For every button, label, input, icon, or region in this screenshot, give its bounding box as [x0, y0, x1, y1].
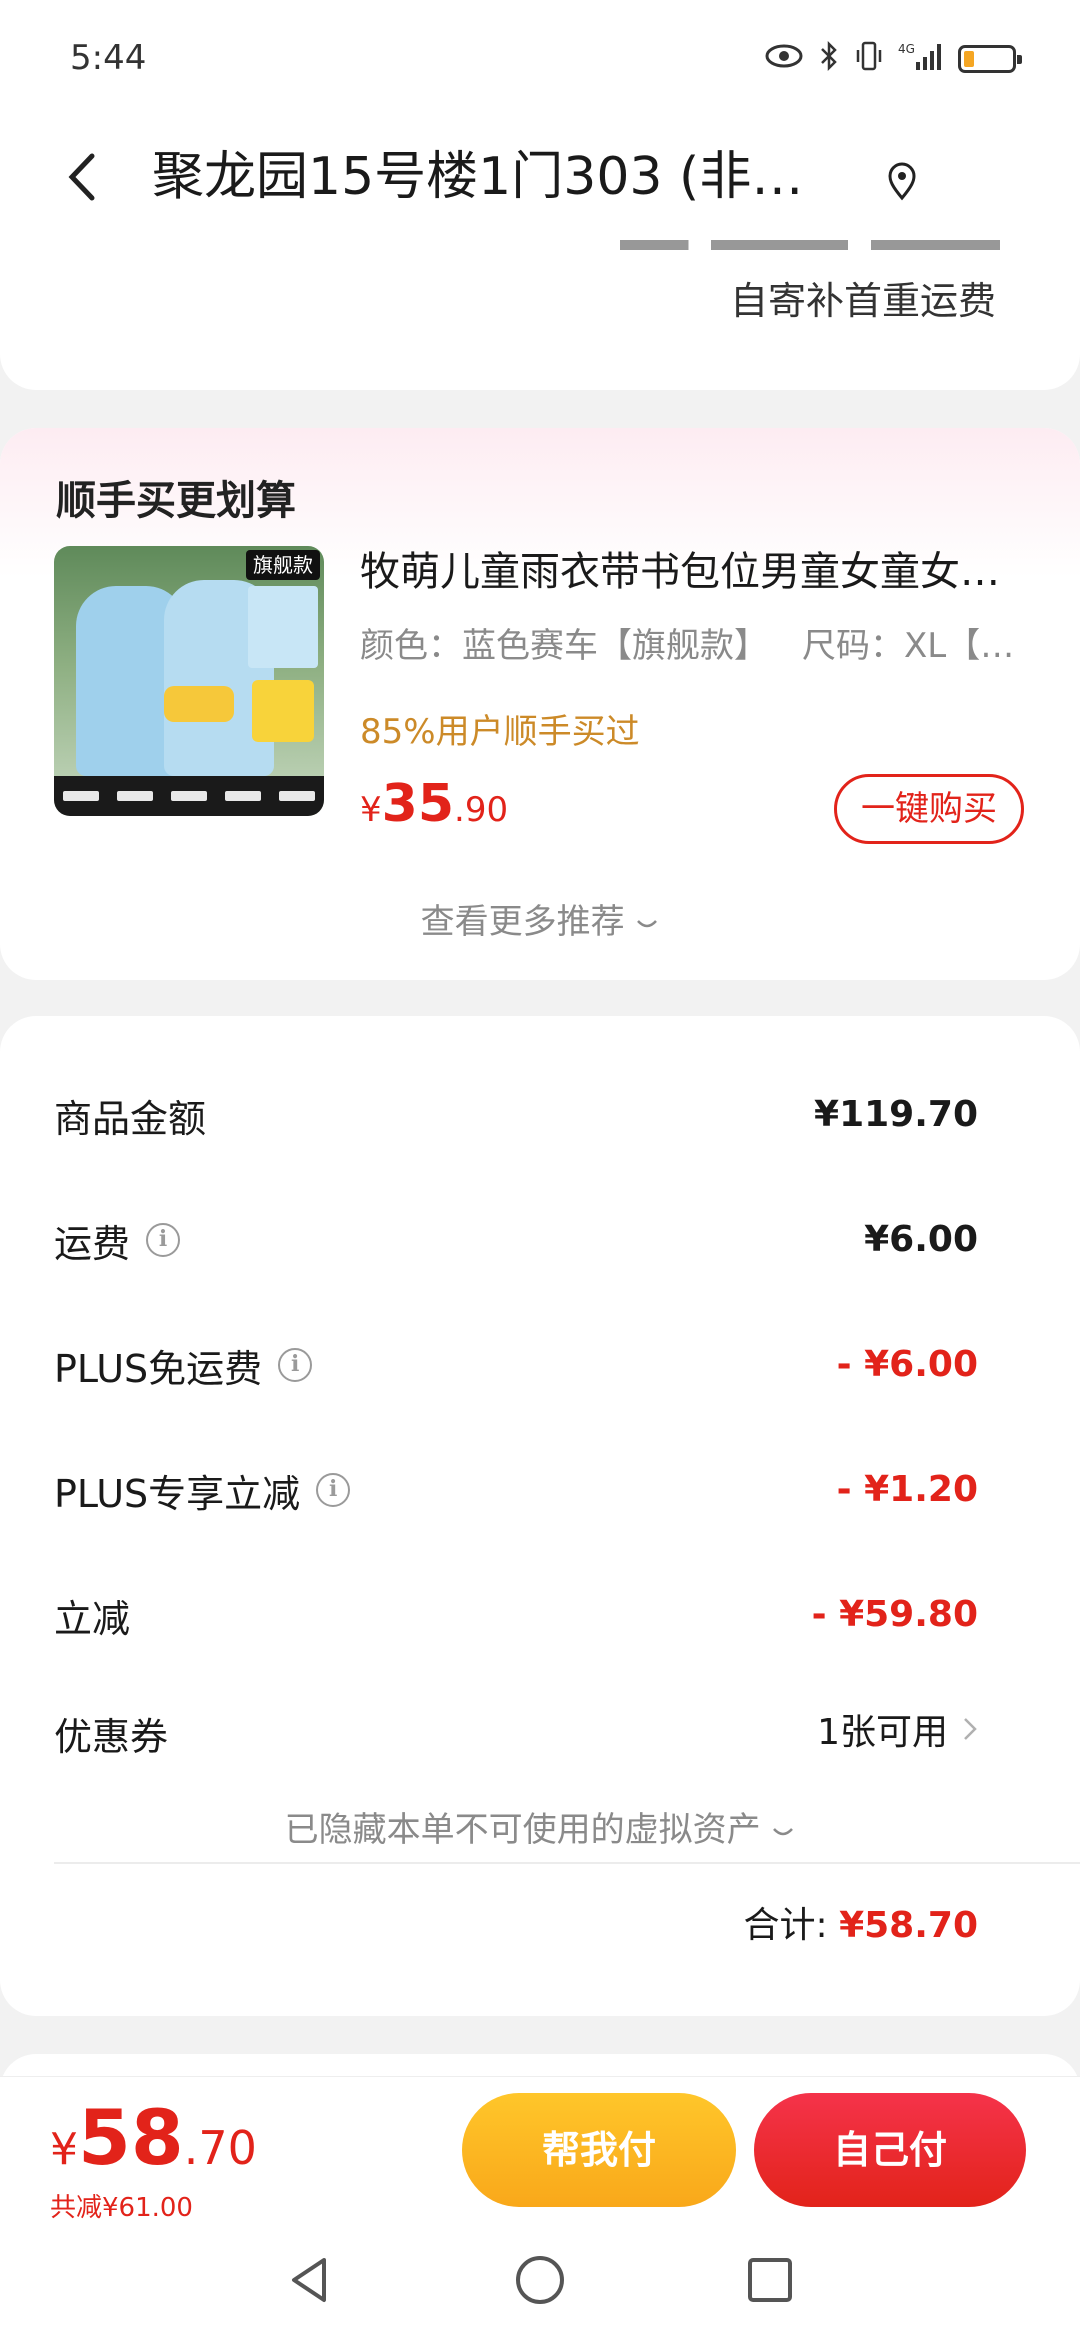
more-recommendations-label: 查看更多推荐: [420, 902, 625, 942]
storage-bag-thumbnail: [252, 680, 314, 742]
total-value: ¥58.70: [839, 1905, 978, 1946]
product-price: ¥35.90: [360, 774, 508, 834]
back-arrow-icon: [68, 153, 95, 201]
row-label: 运费: [54, 1221, 131, 1266]
row-shipping: 运费 i ¥6.00: [54, 1205, 978, 1275]
product-name[interactable]: 牧萌儿童雨衣带书包位男童女童女…: [360, 546, 1020, 598]
price-integer: 35: [381, 774, 455, 834]
address-card: 自寄补首重运费: [0, 240, 1080, 390]
image-badge: 旗舰款: [246, 550, 320, 580]
row-label: 优惠券: [54, 1714, 169, 1759]
system-nav-bar: [0, 2226, 1080, 2340]
product-spec[interactable]: 颜色：蓝色赛车【旗舰款】尺码：XL【建…: [360, 624, 1020, 668]
row-plus-free-shipping: PLUS免运费 i - ¥6.00: [54, 1330, 978, 1400]
status-time: 5:44: [70, 38, 147, 78]
row-value: 1张可用: [817, 1712, 948, 1753]
row-value: ¥6.00: [864, 1219, 978, 1260]
product-image[interactable]: 旗舰款: [54, 546, 324, 816]
price-decimal: .70: [183, 2121, 257, 2175]
nav-back-icon[interactable]: [280, 2250, 340, 2310]
clipped-text-line: [620, 240, 1000, 250]
one-click-buy-button[interactable]: 一键购买: [834, 774, 1024, 844]
network-label: 4G: [898, 42, 915, 56]
battery-icon: [958, 45, 1022, 73]
shipping-note: 自寄补首重运费: [729, 279, 996, 323]
address-title[interactable]: 聚龙园15号楼1门303 (非生…: [152, 144, 852, 212]
detail-thumbnail: [248, 586, 318, 668]
status-icons: 4G: [764, 40, 1022, 78]
nav-home-icon[interactable]: [510, 2250, 570, 2310]
row-coupon[interactable]: 优惠券 1张可用: [54, 1698, 978, 1768]
recommend-card: 顺手买更划算 旗舰款 牧萌儿童雨衣带书包位男童女童女… 颜色：蓝色赛车【旗舰款】…: [0, 428, 1080, 980]
location-pin-icon[interactable]: [880, 158, 924, 202]
price-summary-card: 商品金额 ¥119.70 运费 i ¥6.00 PLUS免运费 i - ¥6.0…: [0, 1016, 1080, 2016]
info-icon[interactable]: i: [316, 1473, 351, 1507]
row-value: - ¥1.20: [836, 1469, 978, 1510]
status-bar: 5:44 4G: [0, 0, 1080, 120]
order-total: 合计: ¥58.70: [743, 1896, 978, 1948]
row-label: PLUS免运费: [54, 1346, 263, 1391]
row-label: 立减: [54, 1596, 131, 1641]
recommend-title: 顺手买更划算: [56, 478, 296, 524]
row-instant-discount: 立减 - ¥59.80: [54, 1580, 978, 1650]
bluetooth-icon: [818, 40, 840, 78]
chevron-right-icon: [962, 1698, 978, 1768]
race-car-print: [164, 686, 234, 722]
price-decimal: .90: [454, 790, 509, 830]
chevron-down-icon: [771, 1810, 795, 1850]
info-icon[interactable]: i: [146, 1223, 181, 1257]
row-goods-amount: 商品金额 ¥119.70: [54, 1080, 978, 1150]
size-chart-strip: [54, 776, 324, 816]
nav-recents-icon[interactable]: [740, 2250, 800, 2310]
nav-bar: 聚龙园15号楼1门303 (非生…: [0, 120, 1080, 240]
product-size-spec: 尺码：XL【建…: [802, 626, 1020, 666]
popularity-tag: 85%用户顺手买过: [360, 712, 640, 752]
row-plus-discount: PLUS专享立减 i - ¥1.20: [54, 1455, 978, 1525]
hidden-assets-toggle[interactable]: 已隐藏本单不可使用的虚拟资产: [0, 1802, 1080, 1851]
row-label: 商品金额: [54, 1096, 207, 1141]
divider: [54, 1862, 1080, 1864]
pay-myself-button[interactable]: 自己付: [754, 2093, 1026, 2207]
payable-price: ¥58.70: [50, 2093, 257, 2182]
checkout-bar: ¥58.70 共减¥61.00 帮我付 自己付: [0, 2076, 1080, 2226]
help-me-pay-button[interactable]: 帮我付: [462, 2093, 736, 2207]
eye-icon: [764, 42, 804, 76]
hidden-assets-label: 已隐藏本单不可使用的虚拟资产: [284, 1810, 761, 1850]
product-color-spec: 颜色：蓝色赛车【旗舰款】: [360, 626, 768, 666]
price-currency: ¥: [360, 790, 382, 830]
chevron-down-icon: [635, 902, 659, 942]
price-integer: 58: [78, 2093, 184, 2182]
row-value: ¥119.70: [814, 1094, 978, 1135]
more-recommendations-link[interactable]: 查看更多推荐: [0, 894, 1080, 943]
total-label: 合计:: [743, 1905, 828, 1946]
row-value: - ¥6.00: [836, 1344, 978, 1385]
signal-icon: 4G: [898, 40, 944, 78]
total-saving[interactable]: 共减¥61.00: [50, 2187, 193, 2224]
info-icon[interactable]: i: [278, 1348, 313, 1382]
row-value: - ¥59.80: [811, 1594, 978, 1635]
row-label: PLUS专享立减: [54, 1471, 301, 1516]
back-button[interactable]: [56, 142, 116, 212]
vibrate-icon: [854, 40, 884, 78]
price-currency: ¥: [50, 2124, 78, 2175]
